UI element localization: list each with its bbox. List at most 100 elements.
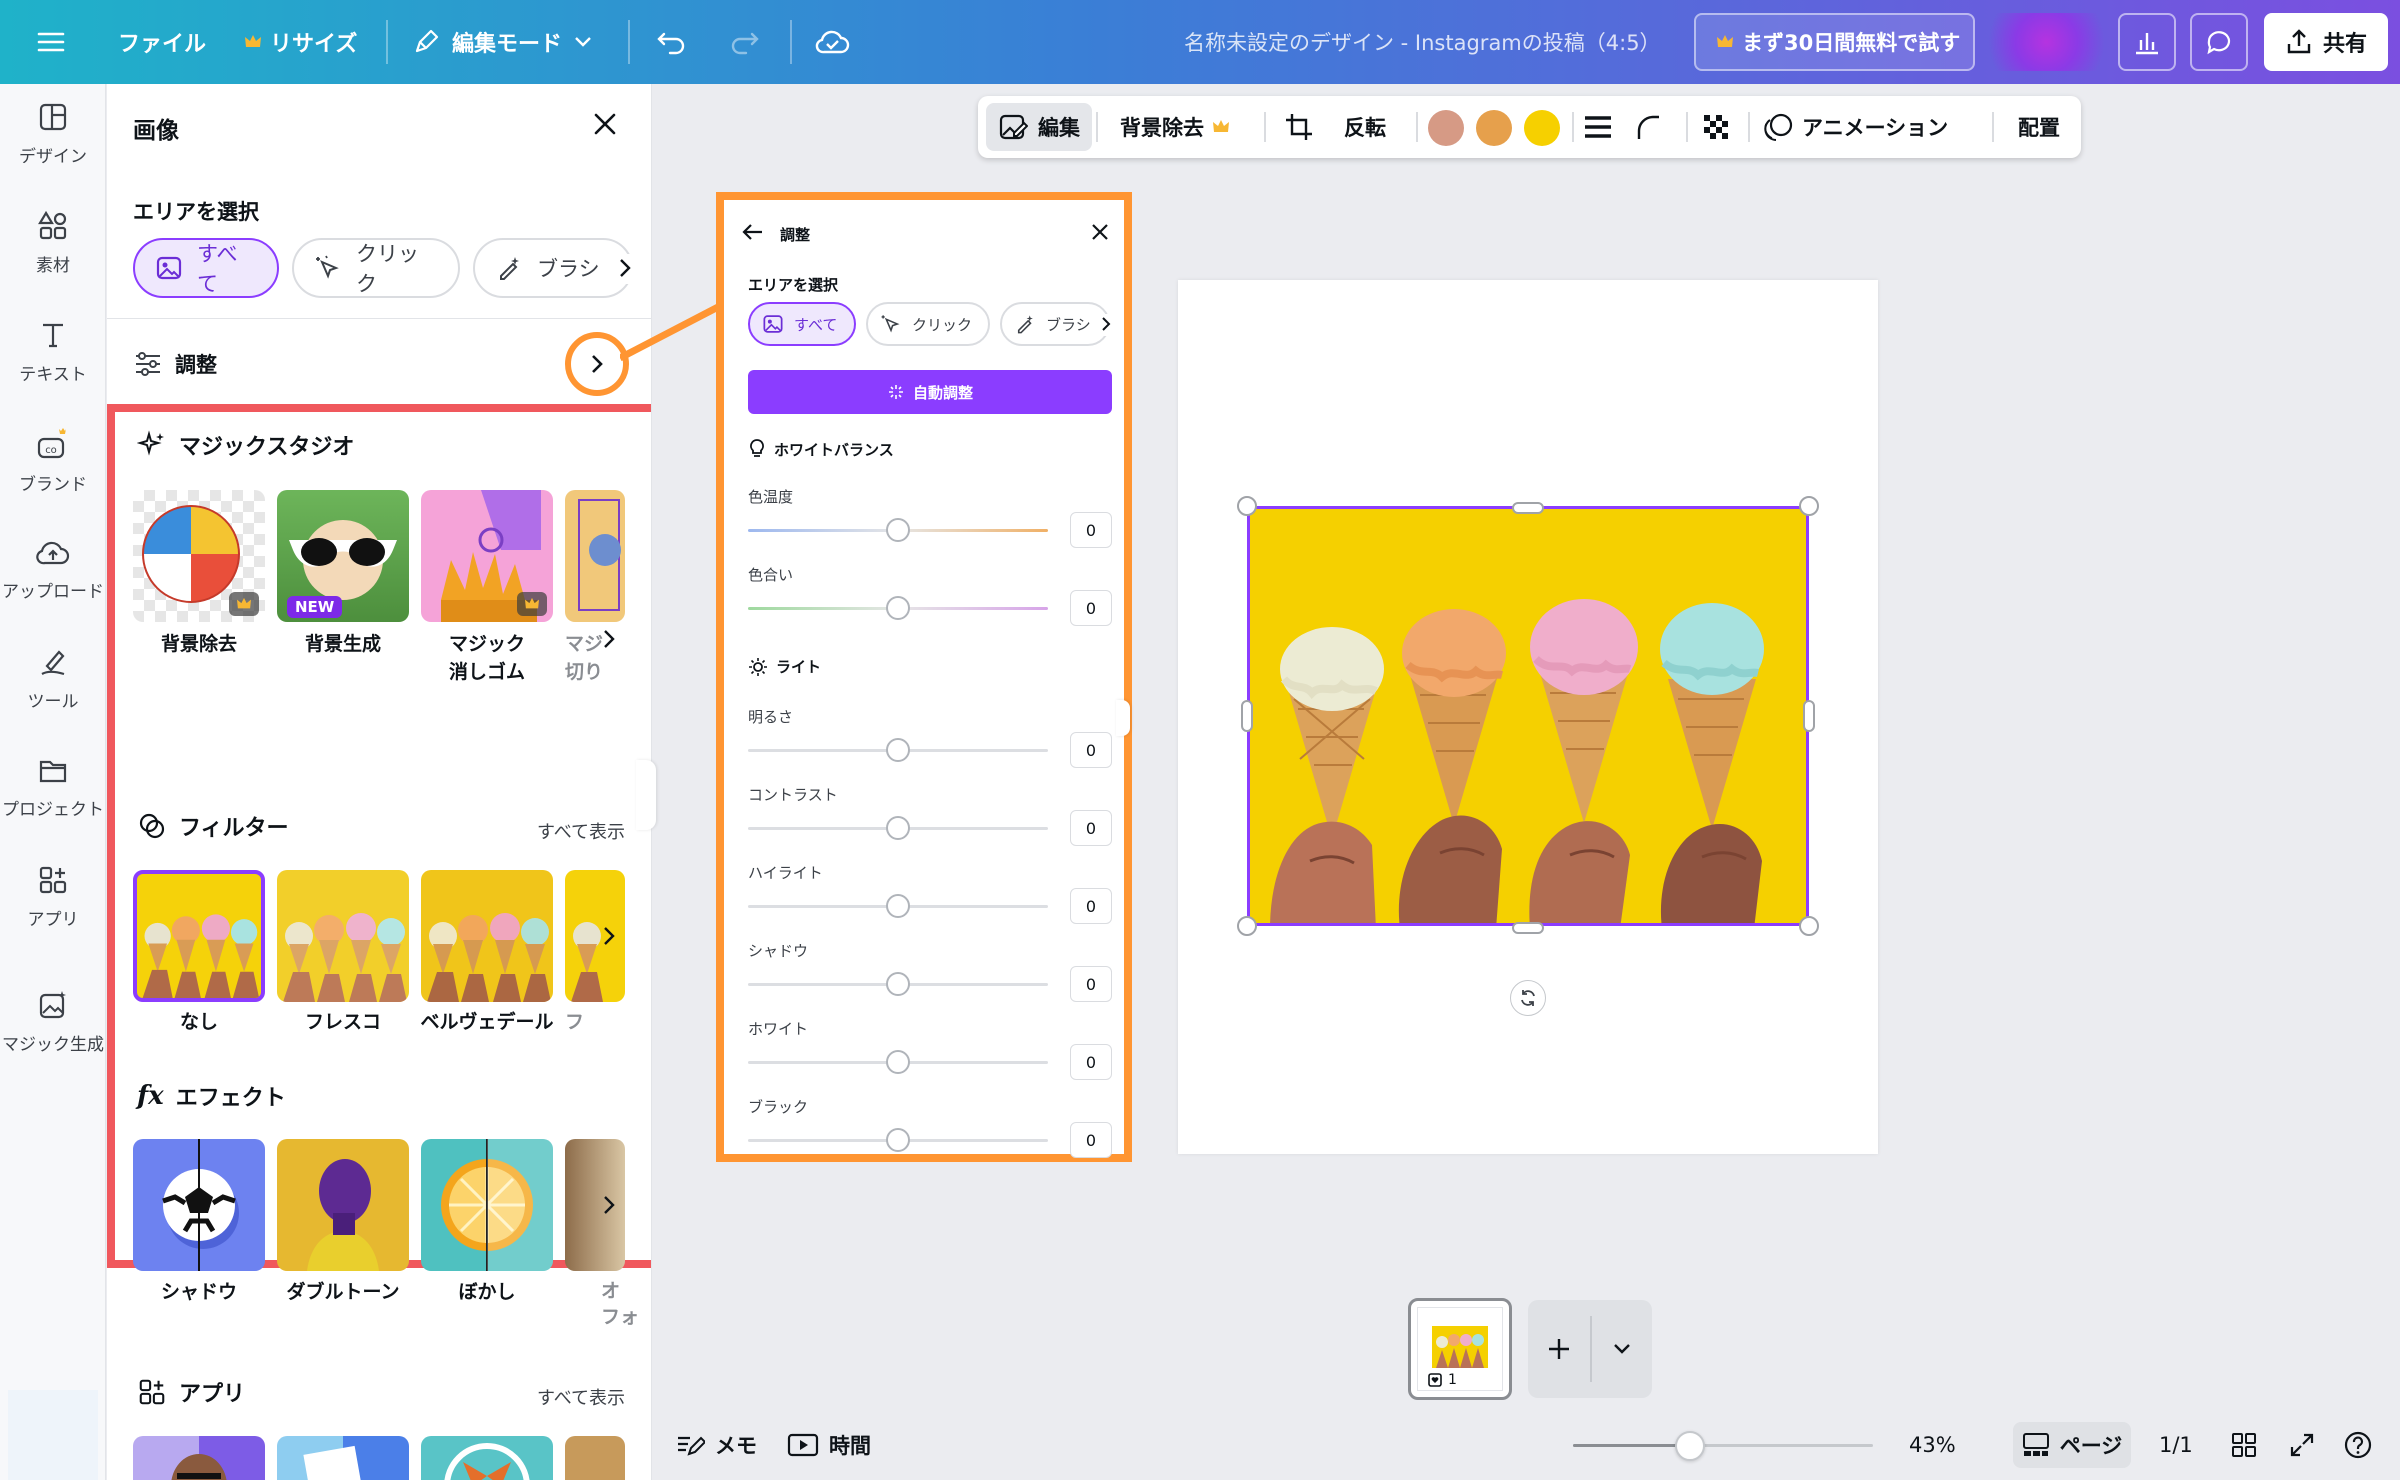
effect-shadow-thumb[interactable]: [133, 1139, 265, 1271]
magic-grab-thumb[interactable]: [565, 490, 625, 622]
black-slider-knob[interactable]: [886, 1128, 910, 1152]
app-thumb[interactable]: [565, 1436, 625, 1480]
highlight-value[interactable]: 0: [1070, 888, 1112, 924]
bg-remove-button[interactable]: 背景除去: [1120, 96, 1230, 158]
rail-item-apps[interactable]: アプリ: [0, 847, 106, 947]
auto-adjust-button[interactable]: 自動調整: [748, 370, 1112, 414]
rail-item-magic-generate[interactable]: マジック生成: [0, 972, 106, 1072]
temperature-slider-knob[interactable]: [886, 518, 910, 542]
shadow-value[interactable]: 0: [1070, 966, 1112, 1002]
edit-mode-dropdown[interactable]: 編集モード: [412, 0, 592, 84]
app-thumb[interactable]: [421, 1436, 553, 1480]
resize-handle-se[interactable]: [1799, 916, 1819, 936]
chip-click[interactable]: クリック: [292, 238, 460, 298]
zoom-slider-knob[interactable]: [1675, 1431, 1705, 1461]
page-thumbnail[interactable]: 1: [1408, 1298, 1512, 1400]
chip-all[interactable]: すべて: [748, 302, 856, 346]
chip-click[interactable]: クリック: [866, 302, 990, 346]
transparency-icon[interactable]: [1702, 96, 1730, 158]
apps-show-all[interactable]: すべて表示: [537, 1384, 625, 1410]
timer-button[interactable]: 時間: [787, 1410, 871, 1480]
analytics-button[interactable]: [2118, 13, 2176, 71]
magic-bg-remove-thumb[interactable]: [133, 490, 265, 622]
tint-value[interactable]: 0: [1070, 590, 1112, 626]
contrast-slider-knob[interactable]: [886, 816, 910, 840]
white-slider-knob[interactable]: [886, 1050, 910, 1074]
panel-collapse-handle[interactable]: [636, 760, 656, 830]
page-options-button[interactable]: [1592, 1300, 1652, 1398]
cloud-check-icon[interactable]: [814, 0, 850, 84]
chips-scroll-right[interactable]: [617, 254, 651, 284]
crop-icon[interactable]: [1284, 96, 1314, 158]
rail-item-text[interactable]: テキスト: [0, 302, 106, 402]
filters-scroll-right[interactable]: [594, 911, 624, 961]
magic-eraser-thumb[interactable]: [421, 490, 553, 622]
add-page-button[interactable]: [1528, 1300, 1590, 1398]
app-thumb[interactable]: [133, 1436, 265, 1480]
adjust-row[interactable]: 調整: [133, 344, 217, 384]
page-view-button[interactable]: ページ: [2013, 1422, 2131, 1468]
comment-button[interactable]: [2190, 13, 2248, 71]
black-value[interactable]: 0: [1070, 1122, 1112, 1158]
rail-item-tools[interactable]: ツール: [0, 629, 106, 729]
close-icon[interactable]: [591, 110, 619, 138]
close-icon[interactable]: [1090, 222, 1110, 242]
notes-button[interactable]: メモ: [675, 1410, 757, 1480]
design-page[interactable]: [1178, 280, 1878, 1154]
effect-duotone-thumb[interactable]: [277, 1139, 409, 1271]
resize-handle-ne[interactable]: [1799, 496, 1819, 516]
filters-show-all[interactable]: すべて表示: [537, 818, 625, 844]
document-title[interactable]: 名称未設定のデザイン - Instagramの投稿（4:5）: [1184, 0, 1661, 84]
resize-handle-nw[interactable]: [1237, 496, 1257, 516]
animate-button[interactable]: アニメーション: [1762, 96, 1948, 158]
corner-rounding-icon[interactable]: [1635, 96, 1663, 158]
zoom-slider-track[interactable]: [1573, 1444, 1873, 1447]
resize-handle-sw[interactable]: [1237, 916, 1257, 936]
resize-button[interactable]: リサイズ: [244, 0, 357, 84]
highlight-slider-knob[interactable]: [886, 894, 910, 918]
rail-item-uploads[interactable]: アップロード: [0, 520, 106, 620]
share-button[interactable]: 共有: [2264, 13, 2388, 71]
white-value[interactable]: 0: [1070, 1044, 1112, 1080]
chip-brush[interactable]: ブラシ: [1000, 302, 1110, 346]
back-arrow-icon[interactable]: [742, 222, 764, 242]
app-thumb[interactable]: [277, 1436, 409, 1480]
chip-brush[interactable]: ブラシ: [473, 238, 633, 298]
chevron-right-icon[interactable]: [1100, 314, 1120, 336]
brightness-slider-knob[interactable]: [886, 738, 910, 762]
undo-icon[interactable]: [656, 0, 688, 84]
effect-blur-thumb[interactable]: [421, 1139, 553, 1271]
filter-none-thumb[interactable]: [133, 870, 265, 1002]
resize-handle-e[interactable]: [1803, 700, 1815, 732]
zoom-level[interactable]: 43%: [1909, 1410, 1956, 1480]
rail-item-projects[interactable]: プロジェクト: [0, 738, 106, 838]
contrast-value[interactable]: 0: [1070, 810, 1112, 846]
page-count[interactable]: 1/1: [2159, 1410, 2193, 1480]
help-icon[interactable]: [2343, 1410, 2373, 1480]
free-trial-button[interactable]: まず30日間無料で試す: [1694, 13, 1975, 71]
color-swatch[interactable]: [1476, 110, 1512, 146]
fullscreen-icon[interactable]: [2289, 1410, 2315, 1480]
shadow-slider-knob[interactable]: [886, 972, 910, 996]
menu-icon[interactable]: [36, 0, 66, 84]
resize-handle-s[interactable]: [1512, 922, 1544, 934]
tint-slider-knob[interactable]: [886, 596, 910, 620]
filter-fresco-thumb[interactable]: [277, 870, 409, 1002]
effects-scroll-right[interactable]: [594, 1180, 624, 1230]
flip-button[interactable]: 反転: [1344, 96, 1386, 158]
resize-handle-w[interactable]: [1241, 700, 1253, 732]
resize-handle-n[interactable]: [1512, 502, 1544, 514]
rail-item-elements[interactable]: 素材: [0, 193, 106, 293]
adjust-panel-collapse-handle[interactable]: [1116, 700, 1130, 736]
avatar[interactable]: [1975, 13, 2105, 71]
rotate-handle[interactable]: [1510, 980, 1546, 1016]
rail-item-brand[interactable]: co ブランド: [0, 411, 106, 511]
color-swatch[interactable]: [1524, 110, 1560, 146]
chip-all[interactable]: すべて: [133, 238, 279, 298]
rail-item-design[interactable]: デザイン: [0, 84, 106, 184]
border-style-icon[interactable]: [1583, 96, 1613, 158]
file-menu[interactable]: ファイル: [118, 0, 206, 84]
temperature-value[interactable]: 0: [1070, 512, 1112, 548]
filter-belvedere-thumb[interactable]: [421, 870, 553, 1002]
edit-button[interactable]: 編集: [986, 103, 1092, 151]
